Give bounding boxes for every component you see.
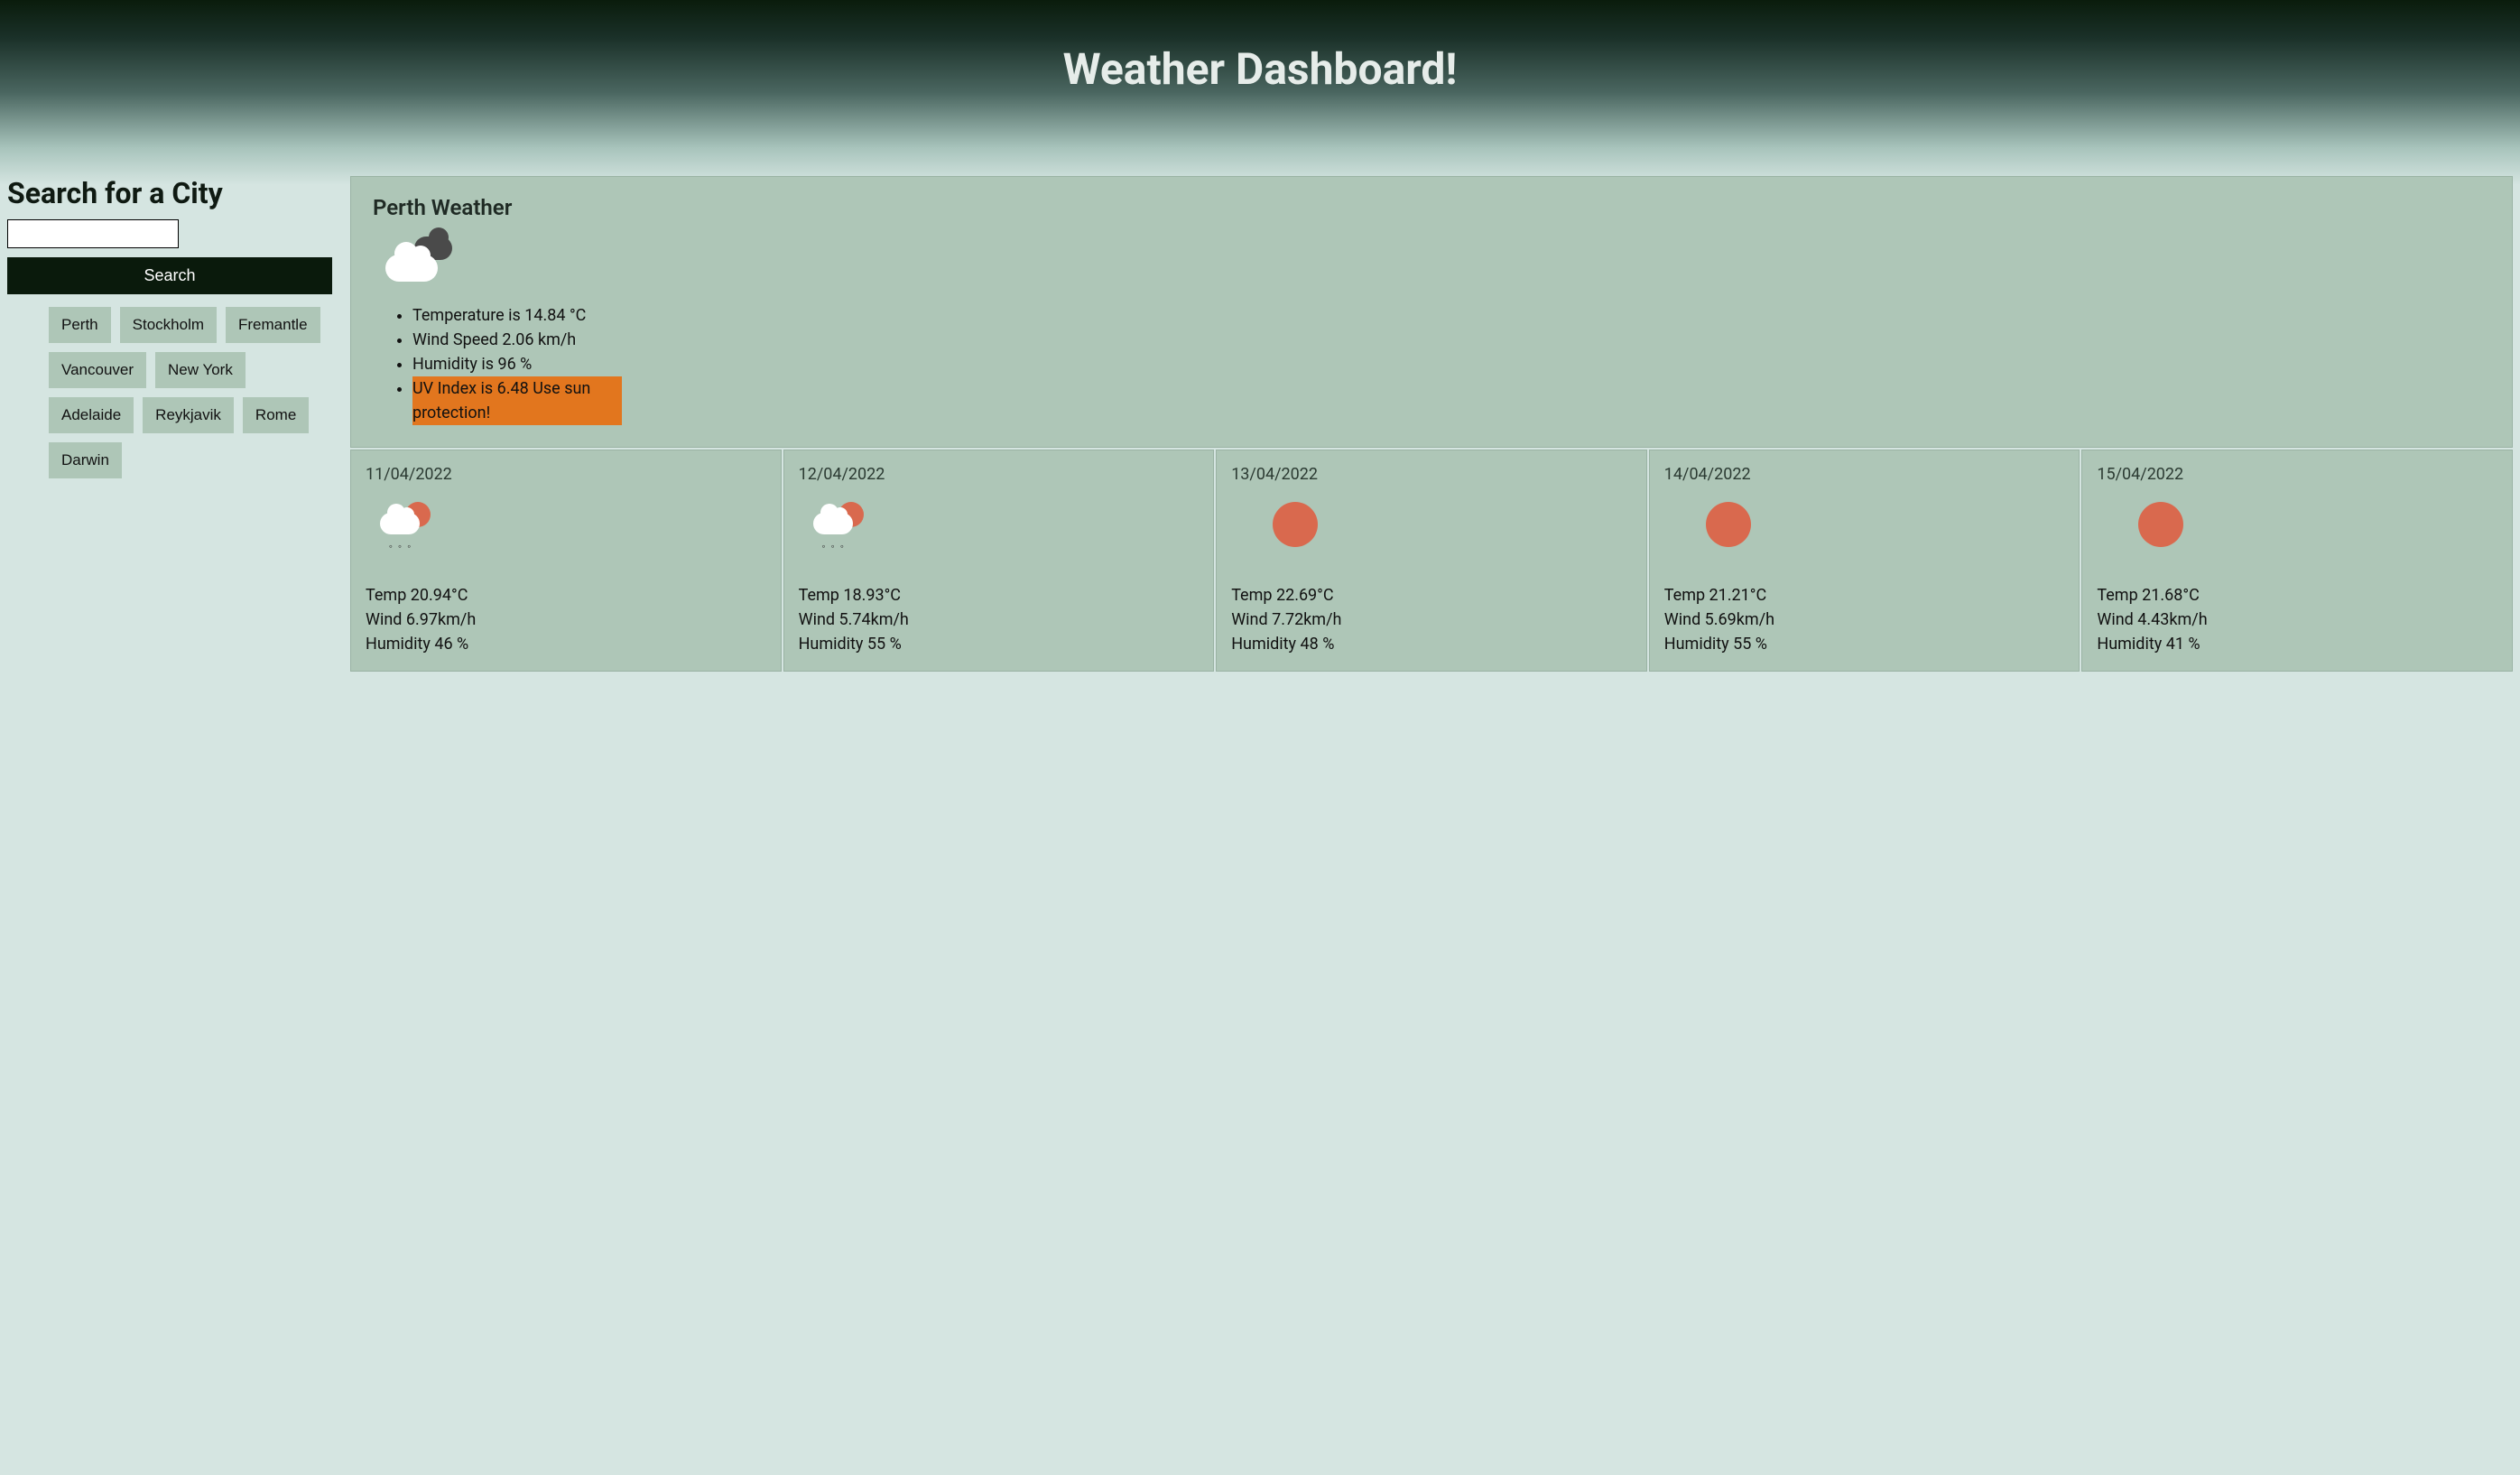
forecast-humidity: Humidity 48 % <box>1231 632 1632 656</box>
history-item-reykjavik[interactable]: Reykjavik <box>143 397 234 433</box>
current-city-title: Perth Weather <box>373 195 2490 220</box>
forecast-humidity: Humidity 46 % <box>366 632 766 656</box>
app-header: Weather Dashboard! <box>0 0 2520 185</box>
forecast-row: 11/04/2022 ༚ ༚ ༚ Temp 20.94°C Wind 6.97k… <box>350 450 2513 672</box>
forecast-humidity: Humidity 55 % <box>1664 632 2065 656</box>
rain-sun-icon: ༚ ༚ ༚ <box>813 502 1200 556</box>
history-item-fremantle[interactable]: Fremantle <box>226 307 320 343</box>
forecast-wind: Wind 6.97km/h <box>366 608 766 632</box>
forecast-day: 14/04/2022 Temp 21.21°C Wind 5.69km/h Hu… <box>1649 450 2080 672</box>
search-sidebar: Search for a City Search Perth Stockholm… <box>7 176 332 672</box>
current-uv-index: UV Index is 6.48 Use sun protection! <box>412 376 622 425</box>
forecast-temp: Temp 20.94°C <box>366 583 766 608</box>
search-button[interactable]: Search <box>7 257 332 294</box>
forecast-date: 13/04/2022 <box>1231 465 1632 484</box>
current-wind: Wind Speed 2.06 km/h <box>412 328 2490 352</box>
city-search-input[interactable] <box>7 219 179 248</box>
sun-icon <box>2111 502 2497 556</box>
search-history: Perth Stockholm Fremantle Vancouver New … <box>7 307 332 478</box>
history-item-darwin[interactable]: Darwin <box>49 442 122 478</box>
forecast-temp: Temp 21.21°C <box>1664 583 2065 608</box>
forecast-day: 11/04/2022 ༚ ༚ ༚ Temp 20.94°C Wind 6.97k… <box>350 450 782 672</box>
page-title: Weather Dashboard! <box>0 43 2520 95</box>
forecast-wind: Wind 7.72km/h <box>1231 608 1632 632</box>
forecast-date: 12/04/2022 <box>799 465 1200 484</box>
forecast-day: 12/04/2022 ༚ ༚ ༚ Temp 18.93°C Wind 5.74k… <box>783 450 1215 672</box>
forecast-date: 14/04/2022 <box>1664 465 2065 484</box>
forecast-humidity: Humidity 41 % <box>2097 632 2497 656</box>
forecast-temp: Temp 21.68°C <box>2097 583 2497 608</box>
forecast-wind: Wind 4.43km/h <box>2097 608 2497 632</box>
forecast-wind: Wind 5.74km/h <box>799 608 1200 632</box>
history-item-stockholm[interactable]: Stockholm <box>120 307 217 343</box>
forecast-day: 13/04/2022 Temp 22.69°C Wind 7.72km/h Hu… <box>1216 450 1647 672</box>
current-temperature: Temperature is 14.84 °C <box>412 303 2490 328</box>
history-item-new-york[interactable]: New York <box>155 352 246 388</box>
forecast-date: 15/04/2022 <box>2097 465 2497 484</box>
forecast-temp: Temp 18.93°C <box>799 583 1200 608</box>
sun-icon <box>1246 502 1632 556</box>
weather-main: Perth Weather Temperature is 14.84 °C Wi… <box>350 176 2513 672</box>
history-item-vancouver[interactable]: Vancouver <box>49 352 146 388</box>
forecast-humidity: Humidity 55 % <box>799 632 1200 656</box>
rain-sun-icon: ༚ ༚ ༚ <box>380 502 766 556</box>
forecast-temp: Temp 22.69°C <box>1231 583 1632 608</box>
sun-icon <box>1679 502 2065 556</box>
forecast-date: 11/04/2022 <box>366 465 766 484</box>
clouds-icon <box>385 237 2490 282</box>
forecast-day: 15/04/2022 Temp 21.68°C Wind 4.43km/h Hu… <box>2081 450 2513 672</box>
search-heading: Search for a City <box>7 176 332 210</box>
current-weather-card: Perth Weather Temperature is 14.84 °C Wi… <box>350 176 2513 448</box>
history-item-adelaide[interactable]: Adelaide <box>49 397 134 433</box>
history-item-rome[interactable]: Rome <box>243 397 309 433</box>
current-humidity: Humidity is 96 % <box>412 352 2490 376</box>
forecast-wind: Wind 5.69km/h <box>1664 608 2065 632</box>
history-item-perth[interactable]: Perth <box>49 307 111 343</box>
